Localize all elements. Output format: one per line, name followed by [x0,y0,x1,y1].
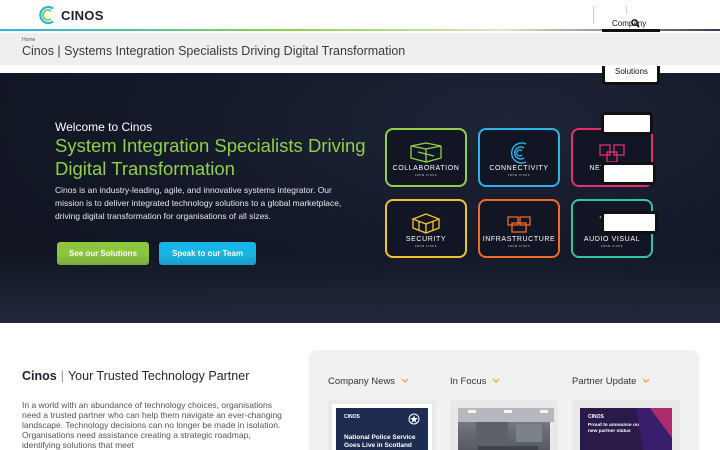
tile-label: AUDIO VISUAL [583,236,641,243]
tab-company-news[interactable]: Company News [328,376,409,387]
header-divider [593,6,594,24]
news-card-company[interactable]: CINOS National Police Service Goes Live … [328,400,436,450]
tile-sub: FROM CINOS [508,245,530,248]
tile-connectivity[interactable]: CONNECTIVITY FROM CINOS [478,128,560,187]
hero-welcome: Welcome to Cinos [55,120,153,134]
chevron-down-icon [492,378,500,383]
hero-description: Cinos is an industry-leading, agile, and… [55,185,342,221]
tab-in-focus[interactable]: In Focus [450,376,500,387]
hero-gradient [0,253,720,323]
connectivity-icon [510,142,527,164]
card-logo: CINOS [344,414,360,420]
news-card-in-focus[interactable] [450,400,558,450]
collaboration-icon [410,142,442,163]
card-logo: CINOS [588,414,604,420]
tile-label: CONNECTIVITY [489,165,549,172]
logo-text: CINOS [61,7,104,23]
page-title: Cinos | Systems Integration Specialists … [22,44,406,58]
chevron-down-icon [642,378,650,383]
infrastructure-icon [507,216,531,233]
news-card-image [458,408,554,450]
breadcrumb-home[interactable]: Home [22,37,35,43]
hero-title: System Integration Specialists Driving D… [55,135,366,179]
news-card-image: CINOS National Police Service Goes Live … [336,408,428,450]
overlay-box [601,211,658,234]
search-icon[interactable] [631,19,640,28]
nav-solutions[interactable]: Solutions [602,66,660,85]
tile-label: INFRASTRUCTURE [482,236,556,243]
chevron-down-icon [401,378,409,383]
police-badge-icon [408,413,420,425]
tile-sub: FROM CINOS [601,245,623,248]
overlay-box [601,112,653,135]
tile-infrastructure[interactable]: INFRASTRUCTURE FROM CINOS [478,199,560,258]
header-divider [626,6,627,14]
tile-security[interactable]: SECURITY FROM CINOS [385,199,467,258]
overlay-box [601,162,656,185]
cisco-partner-graphic [636,408,672,450]
news-card-image: CINOS Proud to announce our new partner … [580,408,672,450]
partner-text: In a world with an abundance of technolo… [22,400,282,450]
tile-sub: FROM CINOS [415,245,437,248]
tile-label: SECURITY [405,236,447,243]
partner-heading: Cinos | Your Trusted Technology Partner [22,369,250,383]
card-headline: National Police Service Goes Live in Sco… [344,434,416,449]
security-icon [411,213,441,234]
tile-label: COLLABORATION [392,165,460,172]
tab-partner-update[interactable]: Partner Update [572,376,650,387]
cinos-logo[interactable]: CINOS [38,5,104,25]
breadcrumb-band: Home Cinos | Systems Integration Special… [0,33,720,65]
tile-sub: FROM CINOS [415,174,437,177]
tile-collaboration[interactable]: COLLABORATION FROM CINOS [385,128,467,187]
tile-sub: FROM CINOS [508,174,530,177]
news-card-partner[interactable]: CINOS Proud to announce our new partner … [572,400,680,450]
meeting-room-image [458,408,554,450]
cinos-logo-icon [39,5,54,25]
